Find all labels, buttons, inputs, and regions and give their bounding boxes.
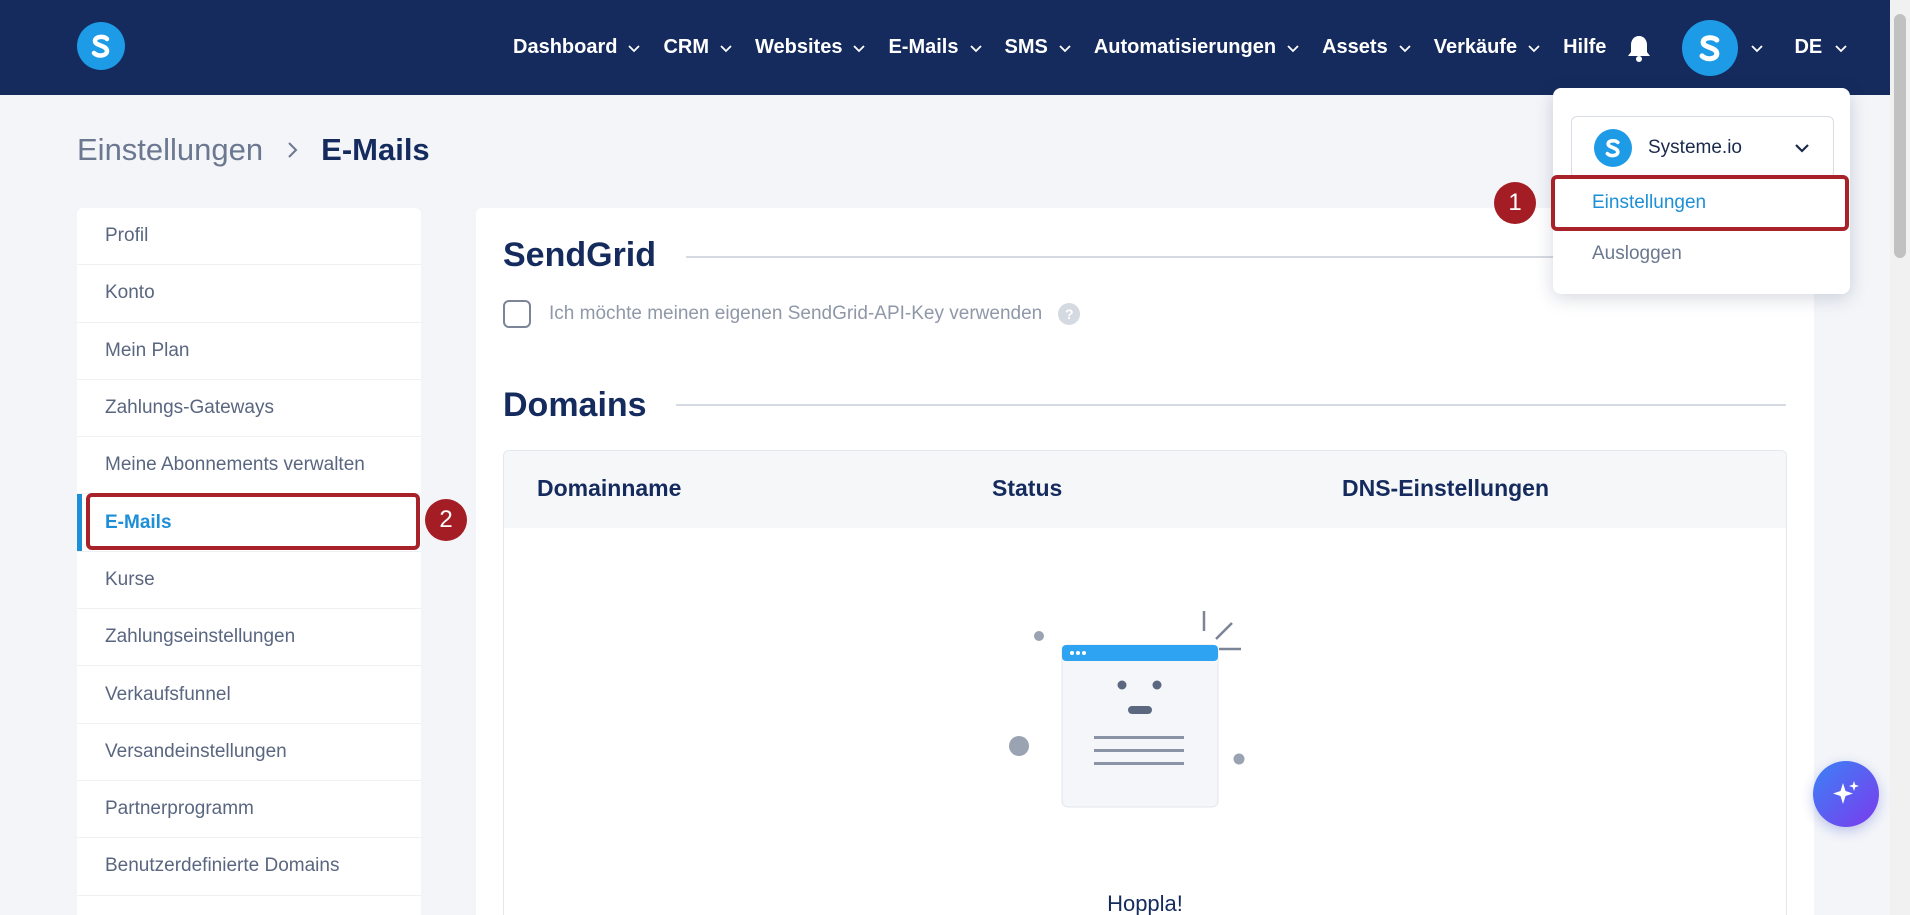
nav-automations[interactable]: Automatisierungen (1094, 36, 1300, 59)
column-header-status: Status (992, 475, 1063, 501)
chevron-down-icon (720, 44, 732, 52)
language-selector[interactable]: DE (1794, 36, 1848, 59)
nav-label: E-Mails (888, 36, 959, 58)
nav-label: Automatisierungen (1093, 36, 1277, 58)
domains-title: Domains (503, 386, 647, 424)
nav-help[interactable]: Hilfe (1563, 36, 1606, 59)
nav-label: Dashboard (513, 36, 618, 58)
sidebar-item-kurse[interactable]: Kurse (77, 552, 421, 610)
page-title: E-Mails (321, 132, 430, 167)
nav-crm[interactable]: CRM (663, 36, 733, 59)
nav-websites[interactable]: Websites (755, 36, 866, 59)
settings-sidebar: Profil Konto Mein Plan Zahlungs-Gateways… (77, 208, 421, 915)
chevron-down-icon[interactable] (1750, 41, 1764, 55)
sidebar-item-abonnements[interactable]: Meine Abonnements verwalten (77, 437, 421, 495)
sendgrid-checkbox-label[interactable]: Ich möchte meinen eigenen SendGrid-API-K… (549, 303, 1042, 325)
section-divider (676, 404, 1786, 406)
chevron-down-icon (1059, 44, 1071, 52)
sidebar-item-domains[interactable]: Benutzerdefinierte Domains (77, 838, 421, 896)
step-badge-1: 1 (1494, 182, 1536, 224)
chevron-right-icon (288, 142, 298, 158)
ai-assistant-button[interactable] (1813, 761, 1879, 827)
sidebar-item-verkaufsfunnel[interactable]: Verkaufsfunnel (77, 666, 421, 724)
nav-label: CRM (663, 36, 710, 58)
step-badge-2: 2 (425, 499, 467, 541)
sparkle-icon (1833, 781, 1859, 804)
domains-table: Domainname Status DNS-Einstellungen Hopp… (503, 450, 1787, 915)
language-label: DE (1794, 36, 1823, 58)
highlight-box-step1 (1551, 175, 1849, 231)
breadcrumb-parent[interactable]: Einstellungen (77, 132, 263, 168)
nav-label: SMS (1004, 36, 1048, 58)
email-settings-card: SendGrid Ich möchte meinen eigenen SendG… (476, 208, 1814, 915)
nav-sales[interactable]: Verkäufe (1434, 36, 1541, 59)
nav-emails[interactable]: E-Mails (888, 36, 982, 59)
sidebar-item-mein-plan[interactable]: Mein Plan (77, 323, 421, 380)
sendgrid-option: Ich möchte meinen eigenen SendGrid-API-K… (503, 300, 1081, 328)
sidebar-item-zahlungseinstellungen[interactable]: Zahlungseinstellungen (77, 609, 421, 667)
chevron-down-icon (1795, 143, 1809, 153)
user-avatar[interactable] (1682, 19, 1739, 76)
systeme-logo-icon[interactable] (77, 22, 125, 70)
menu-item-logout[interactable]: Ausloggen (1592, 243, 1682, 265)
chevron-down-icon (628, 44, 641, 52)
nav-dashboard[interactable]: Dashboard (513, 36, 641, 59)
systeme-logo-icon (1594, 128, 1632, 167)
chevron-down-icon (853, 44, 866, 52)
nav-label: Assets (1322, 36, 1388, 58)
top-navigation: Dashboard CRM Websites E-Mails SMS Autom… (0, 0, 1890, 95)
main-menu: Dashboard CRM Websites E-Mails SMS Autom… (513, 0, 1848, 95)
chevron-down-icon (1399, 44, 1411, 52)
chevron-down-icon (1528, 44, 1540, 52)
chevron-down-icon (1835, 44, 1847, 52)
account-name: Systeme.io (1648, 136, 1742, 158)
sidebar-item-zahlungs-gateways[interactable]: Zahlungs-Gateways (77, 380, 421, 438)
scrollbar-thumb[interactable] (1894, 14, 1906, 258)
breadcrumb: Einstellungen E-Mails (77, 132, 430, 168)
empty-state-illustration (1009, 611, 1245, 808)
highlight-box-step2 (86, 493, 420, 550)
help-icon[interactable]: ? (1058, 303, 1081, 325)
page-scrollbar[interactable] (1890, 0, 1910, 915)
chevron-down-icon (1287, 44, 1299, 52)
column-header-dns: DNS-Einstellungen (1342, 475, 1550, 501)
nav-assets[interactable]: Assets (1322, 36, 1412, 59)
bell-icon[interactable] (1626, 34, 1652, 62)
empty-state-text: Hoppla! (1107, 891, 1183, 915)
table-header: Domainname Status DNS-Einstellungen (504, 451, 1786, 528)
sendgrid-title: SendGrid (503, 236, 657, 274)
nav-label: Websites (755, 36, 843, 58)
nav-label: Verkäufe (1433, 36, 1518, 58)
chevron-down-icon (969, 44, 982, 52)
column-header-domainname: Domainname (537, 475, 682, 501)
sidebar-item-partnerprogramm[interactable]: Partnerprogramm (77, 781, 421, 839)
account-selector[interactable]: Systeme.io (1571, 116, 1834, 179)
sendgrid-api-key-checkbox[interactable] (503, 300, 531, 328)
sidebar-item-versandeinstellungen[interactable]: Versandeinstellungen (77, 724, 421, 781)
sidebar-item-konto[interactable]: Konto (77, 265, 421, 323)
sidebar-item-profil[interactable]: Profil (77, 208, 421, 266)
nav-sms[interactable]: SMS (1005, 36, 1072, 59)
